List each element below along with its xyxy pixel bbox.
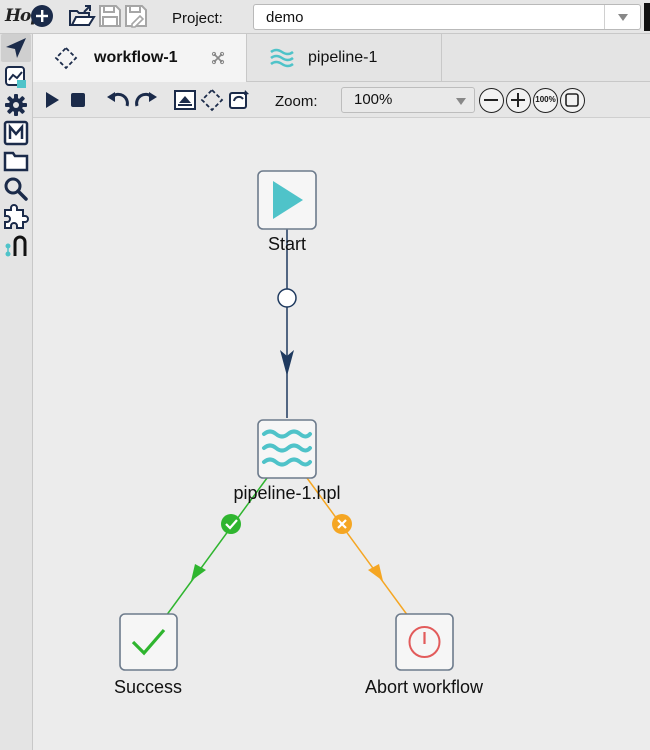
hop-start-to-pipeline[interactable]	[277, 228, 297, 418]
zoom-in-button[interactable]	[506, 88, 531, 113]
zoom-100-button[interactable]: 100%	[533, 88, 558, 113]
chevron-down-icon[interactable]	[456, 98, 466, 105]
new-file-icon[interactable]	[30, 4, 54, 28]
perspective-toolbar	[0, 34, 33, 750]
gear-icon[interactable]	[3, 92, 29, 118]
refresh-icon[interactable]	[227, 88, 251, 112]
plugin-icon[interactable]	[3, 204, 29, 230]
zoom-value: 100%	[354, 91, 393, 108]
run-icon[interactable]	[40, 88, 64, 112]
node-label-start: Start	[267, 234, 307, 254]
stop-icon[interactable]	[66, 88, 90, 112]
workflow-icon[interactable]	[200, 88, 224, 112]
node-start[interactable]	[257, 170, 317, 230]
minus-icon	[484, 99, 498, 101]
workflow-canvas[interactable]: Start pipeline-1.hpl Success Abort workf…	[33, 118, 650, 750]
data-orchestration-icon[interactable]	[3, 35, 29, 61]
tab-label: pipeline-1	[308, 49, 378, 66]
redo-icon[interactable]	[133, 88, 159, 112]
tab-label: workflow-1	[94, 49, 178, 66]
zoom-out-button[interactable]	[479, 88, 504, 113]
zoom-fit-button[interactable]	[560, 88, 585, 113]
zoom-label: Zoom:	[275, 93, 318, 110]
workflow-icon	[54, 46, 78, 70]
project-select[interactable]: demo	[253, 4, 641, 30]
node-pipeline-1[interactable]	[257, 419, 317, 479]
node-abort-workflow[interactable]	[395, 613, 454, 671]
folder-icon[interactable]	[3, 148, 29, 174]
workflow-toolbar: Zoom: 100% 100%	[33, 82, 650, 118]
success-hop-icon	[221, 514, 241, 534]
main-toolbar: Hop Project: demo	[0, 0, 650, 34]
node-success[interactable]	[119, 613, 178, 671]
close-icon[interactable]	[211, 51, 225, 65]
workflow-graph	[119, 170, 454, 671]
zoom-select[interactable]: 100%	[341, 87, 475, 113]
pipeline-icon	[270, 48, 294, 68]
window-edge	[644, 3, 650, 31]
save-icon[interactable]	[98, 4, 122, 28]
save-as-icon[interactable]	[124, 4, 148, 28]
metadata-icon[interactable]	[3, 120, 29, 146]
git-icon[interactable]	[3, 232, 29, 258]
project-label: Project:	[172, 10, 223, 27]
undo-icon[interactable]	[105, 88, 131, 112]
search-icon[interactable]	[3, 176, 29, 202]
open-file-icon[interactable]	[68, 4, 96, 28]
plus-icon	[511, 93, 525, 107]
unconditional-hop-icon	[277, 288, 297, 308]
tab-workflow-1[interactable]: workflow-1	[33, 34, 247, 82]
node-label-success: Success	[113, 677, 183, 697]
project-select-value: demo	[266, 9, 304, 26]
execution-information-icon[interactable]	[3, 64, 29, 90]
editor-tabs: workflow-1 pipeline-1	[33, 34, 650, 82]
node-label-pipeline: pipeline-1.hpl	[233, 483, 341, 503]
align-top-icon[interactable]	[173, 88, 197, 112]
node-label-abort: Abort workflow	[364, 677, 484, 697]
fit-to-screen-icon	[565, 93, 579, 107]
chevron-down-icon[interactable]	[604, 5, 640, 29]
tab-pipeline-1[interactable]: pipeline-1	[247, 34, 442, 82]
